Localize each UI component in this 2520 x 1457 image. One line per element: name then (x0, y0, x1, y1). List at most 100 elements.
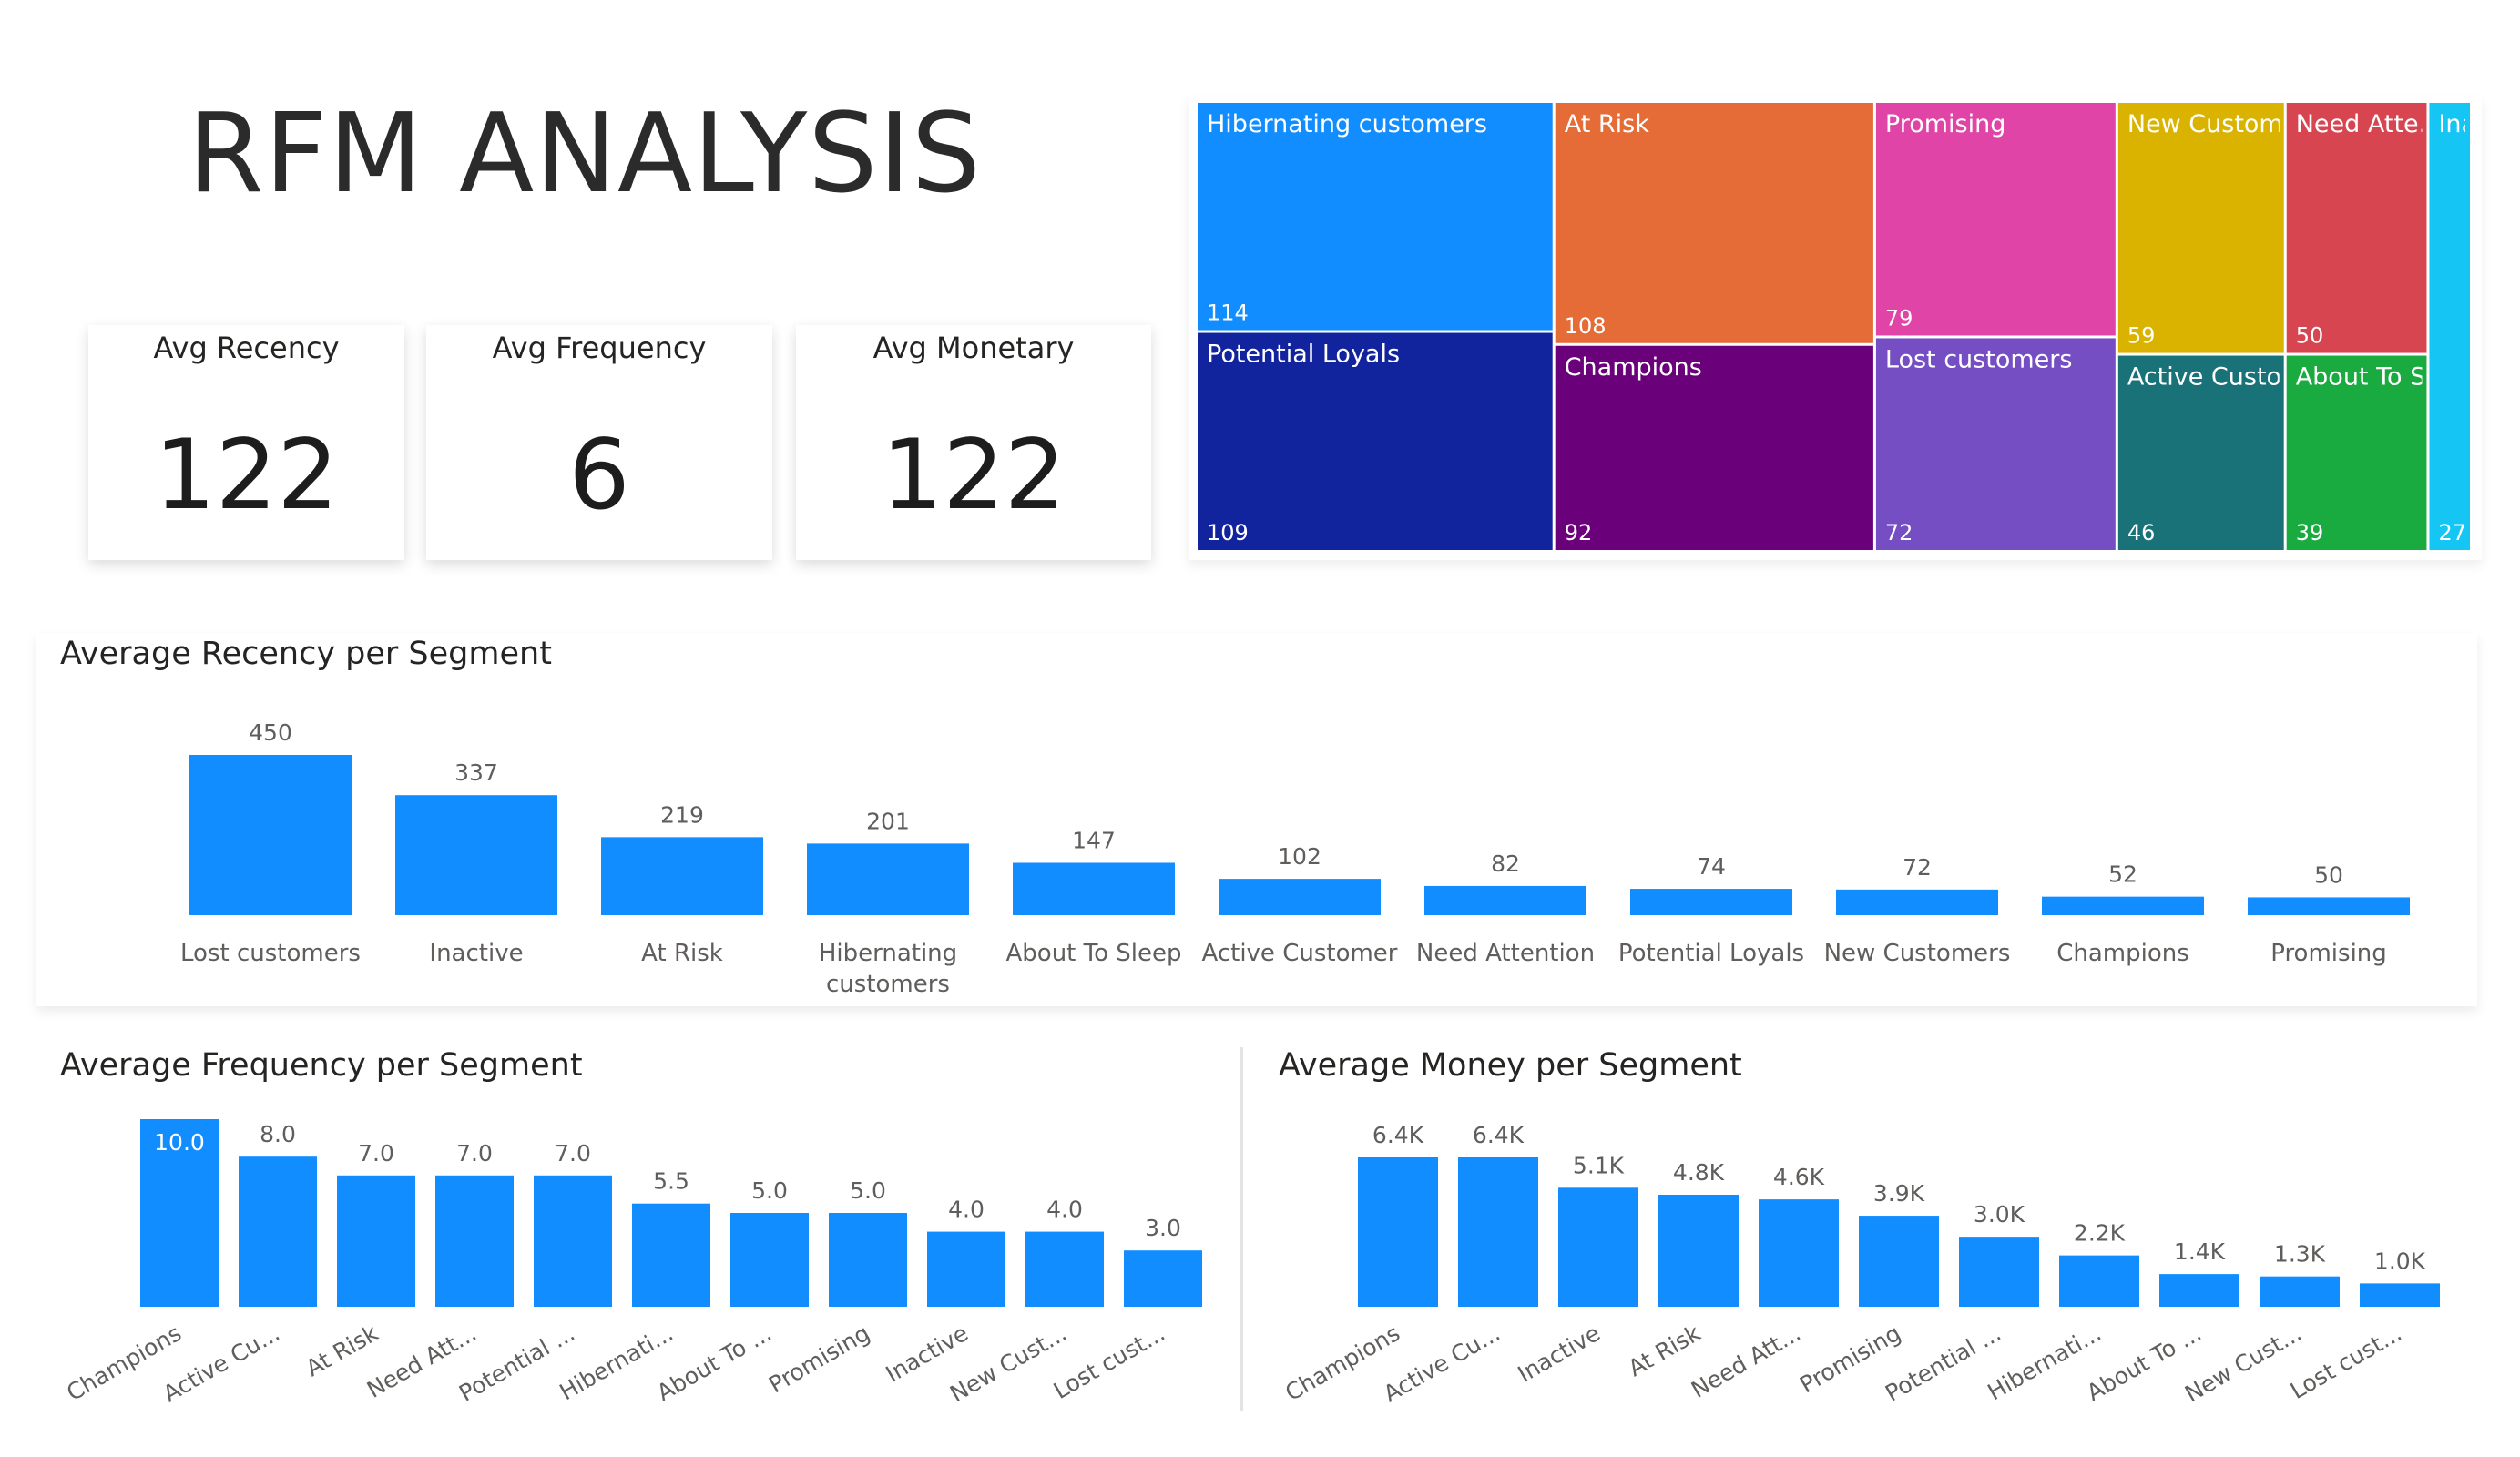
data-label: 4.0 (1046, 1197, 1083, 1223)
bar-group[interactable]: 450 Lost customers (180, 719, 361, 967)
category-label: Inactive (429, 940, 523, 967)
bar-group[interactable]: 337 Inactive (395, 759, 557, 967)
data-label: 450 (249, 719, 292, 746)
bar[interactable] (395, 795, 557, 915)
data-label: 3.0K (1974, 1201, 2025, 1228)
recency-chart-panel[interactable]: Average Recency per Segment 450 Lost cust… (36, 633, 2477, 1006)
bar[interactable] (1013, 862, 1175, 915)
bar-group[interactable]: 4.8K At Risk (1624, 1159, 1739, 1381)
bar[interactable] (2042, 896, 2204, 915)
bar[interactable] (829, 1213, 907, 1307)
bar-group[interactable]: 147 About To Sleep (1006, 828, 1182, 967)
bar[interactable] (1124, 1250, 1202, 1307)
treemap-tile[interactable]: Lost customers 72 (1875, 338, 2116, 550)
treemap-tile[interactable]: Champions 92 (1555, 345, 1873, 550)
data-label: 82 (1491, 851, 1520, 877)
treemap-tile[interactable]: Inac... 27 (2429, 103, 2482, 550)
bar[interactable] (730, 1213, 809, 1307)
category-label: Promising (2270, 940, 2387, 967)
bar[interactable] (239, 1156, 317, 1307)
bar[interactable] (1959, 1237, 2039, 1307)
bar[interactable] (1658, 1195, 1739, 1307)
data-label: 147 (1072, 828, 1116, 854)
bar[interactable] (1358, 1157, 1438, 1307)
bar[interactable] (1025, 1231, 1104, 1307)
category-label: Potential Loyals (1618, 940, 1804, 967)
bar-group[interactable]: 1.0K Lost cust... (2286, 1248, 2440, 1404)
data-label: 4.0 (948, 1197, 985, 1223)
bar[interactable] (1458, 1157, 1538, 1307)
treemap-tile-label: Promising (1885, 110, 2005, 138)
bar[interactable] (534, 1175, 612, 1307)
treemap-tile[interactable]: New Custom...59 (2117, 103, 2307, 353)
treemap-tile-value: 27 (2438, 520, 2466, 545)
bar[interactable] (1424, 885, 1586, 915)
bar[interactable] (927, 1231, 1005, 1307)
bar-group[interactable]: 50 Promising (2248, 861, 2410, 967)
treemap-tile-label: Hibernating customers (1207, 110, 1487, 138)
bar-group[interactable]: 74 Potential Loyals (1618, 853, 1804, 967)
treemap-tile-value: 59 (2127, 323, 2156, 349)
bar[interactable] (189, 755, 352, 915)
kpi-card-avg-frequency[interactable]: Avg Frequency 6 (426, 325, 772, 560)
bar[interactable] (1859, 1216, 1939, 1307)
kpi-card-avg-monetary[interactable]: Avg Monetary 122 (796, 325, 1151, 560)
data-label: 72 (1903, 854, 1932, 881)
bar[interactable] (337, 1175, 415, 1307)
treemap-tile-value: 79 (1885, 305, 1913, 331)
bar-group[interactable]: 7.0 At Risk (301, 1140, 415, 1382)
kpi-value: 6 (568, 419, 630, 531)
money-chart-svg: 6.4KChampions6.4KActive Cu...5.1KInactiv… (1280, 1122, 2440, 1407)
data-label: 4.8K (1673, 1159, 1725, 1186)
category-label: Hibernating (819, 940, 957, 967)
treemap-tile[interactable]: Potential Loyals 109 (1198, 332, 1553, 550)
data-label: 52 (2108, 861, 2137, 888)
bar[interactable] (632, 1203, 710, 1307)
bar[interactable] (807, 843, 969, 915)
bar-group[interactable]: 201 Hibernating customers (807, 808, 969, 998)
category-label: Inactive (1514, 1319, 1605, 1388)
segment-treemap[interactable]: Hibernating customers 114 Potential Loyals… (1189, 96, 2482, 560)
bar[interactable] (2159, 1274, 2239, 1307)
bar-group[interactable]: 52 Champions (2042, 861, 2204, 967)
kpi-label: Avg Recency (153, 331, 340, 365)
treemap-tile[interactable]: Promising 79 (1875, 103, 2116, 336)
bar[interactable] (1836, 889, 1998, 915)
bar[interactable] (435, 1175, 514, 1307)
treemap-tile[interactable]: Need Atte... 50 (2286, 103, 2443, 353)
data-label: 3.9K (1873, 1180, 1925, 1207)
category-label: Lost cust... (2286, 1319, 2406, 1404)
bar[interactable] (1558, 1187, 1638, 1307)
data-label: 8.0 (260, 1121, 296, 1147)
treemap-tile[interactable]: Hibernating customers 114 (1198, 103, 1553, 331)
bar[interactable] (2260, 1276, 2340, 1307)
treemap-tile-label: Need Atte... (2296, 110, 2443, 138)
bar[interactable] (1630, 889, 1792, 915)
bar[interactable] (2248, 897, 2410, 915)
treemap-tile-value: 109 (1207, 520, 1249, 545)
bar[interactable] (1219, 879, 1381, 915)
recency-chart-svg: 450 Lost customers 337 Inactive 219 At Risk 20… (180, 719, 2410, 998)
bar[interactable] (2360, 1283, 2440, 1307)
data-label: 5.0 (850, 1177, 886, 1204)
kpi-card-avg-recency[interactable]: Avg Recency 122 (88, 325, 404, 560)
bar[interactable] (601, 837, 763, 915)
bar-group[interactable]: 102 Active Customer (1202, 843, 1398, 967)
treemap-tile[interactable]: At Risk 108 (1555, 103, 1873, 343)
category-label: About To Sleep (1006, 940, 1182, 967)
bar-group[interactable]: 219 At Risk (601, 801, 763, 967)
bar[interactable] (2059, 1255, 2139, 1307)
category-label: At Risk (301, 1319, 383, 1381)
frequency-chart-panel[interactable]: Average Frequency per Segment 10.0 Champi… (36, 1047, 1229, 1411)
money-chart-panel[interactable]: Average Money per Segment 6.4K Champions 6… (1255, 1047, 2475, 1411)
bar[interactable] (1759, 1199, 1839, 1307)
category-label: At Risk (641, 940, 723, 967)
bar-group[interactable]: 82 Need Attention (1416, 851, 1595, 967)
treemap-tile-value: 39 (2296, 520, 2324, 545)
data-label: 7.0 (358, 1140, 394, 1167)
bar-group[interactable]: 72 New Customers (1824, 854, 2011, 967)
data-label: 1.4K (2174, 1238, 2226, 1265)
treemap-tile-label: Champions (1565, 353, 1702, 382)
panel-divider (1240, 1047, 1243, 1411)
treemap-tile-label: At Risk (1565, 110, 1649, 138)
